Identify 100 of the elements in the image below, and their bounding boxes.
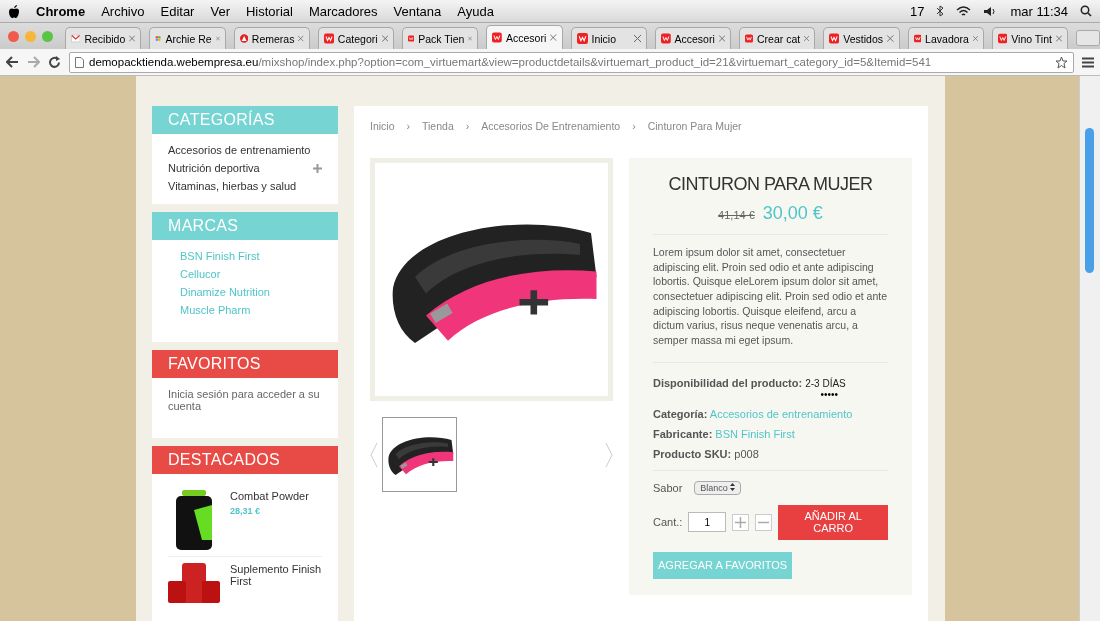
logo-icon <box>576 33 588 44</box>
mail-icon <box>71 34 81 43</box>
close-icon[interactable] <box>468 35 473 42</box>
availability-value: 2-3 DÍAS <box>805 377 846 389</box>
browser-tab[interactable]: Accesori <box>486 25 563 49</box>
search-icon[interactable] <box>1080 5 1092 17</box>
bluetooth-icon[interactable] <box>936 5 945 17</box>
add-to-cart-button[interactable]: AÑADIR AL CARRO <box>778 504 888 540</box>
back-icon[interactable] <box>6 56 19 68</box>
forward-icon[interactable] <box>27 56 40 68</box>
circle-logo-icon <box>239 33 248 44</box>
apple-logo-icon[interactable] <box>8 4 20 18</box>
product-thumbnail[interactable] <box>382 417 457 492</box>
menu-item[interactable]: Editar <box>160 3 195 19</box>
close-window-icon[interactable] <box>8 30 19 42</box>
product-name[interactable]: Combat Powder <box>230 490 309 502</box>
availability-label: Disponibilidad del producto: <box>653 376 803 389</box>
product-price: 28,31 € <box>230 506 262 516</box>
close-icon[interactable] <box>718 35 725 42</box>
zoom-window-icon[interactable] <box>42 30 53 42</box>
menu-item[interactable]: Ayuda <box>457 3 494 19</box>
address-bar[interactable]: demopacktienda.webempresa.eu/mixshop/index.php?option=com_virtuemart&view=productdetails&virtuemart_product_id=21&virtuemart_category_id=5&Itemid=541 <box>69 51 1074 73</box>
breadcrumb-separator: › <box>465 120 470 132</box>
clock[interactable]: mar 11:34 <box>1010 3 1068 19</box>
logo-icon <box>913 33 922 44</box>
plus-icon[interactable] <box>313 163 322 173</box>
close-icon[interactable] <box>972 35 978 42</box>
module-header: DESTACADOS <box>152 446 338 474</box>
logo-icon <box>408 33 415 44</box>
detail-value: p008 <box>734 447 759 460</box>
detail-label: Producto SKU: <box>653 447 732 460</box>
menu-item[interactable]: Marcadores <box>308 3 378 19</box>
minus-icon[interactable] <box>755 513 773 531</box>
browser-tab[interactable]: Pack Tien <box>402 27 479 49</box>
close-icon[interactable] <box>633 35 641 42</box>
close-icon[interactable] <box>550 34 557 41</box>
new-tab-button[interactable] <box>1076 30 1100 46</box>
stepper-arrows-icon <box>730 482 736 491</box>
breadcrumb-link[interactable]: Accesorios De Entrenamiento <box>481 120 621 132</box>
star-icon[interactable] <box>1055 55 1068 69</box>
module-header: CATEGORÍAS <box>152 106 338 134</box>
logo-icon <box>829 33 840 44</box>
url-text: demopacktienda.webempresa.eu/mixshop/index.php?option=com_virtuemart&view=productdetails&virtuemart_product_id=21&virtuemart_category_id=5&Itemid=541 <box>89 56 932 68</box>
app-menu[interactable]: Chrome <box>36 3 86 19</box>
close-icon[interactable] <box>298 35 304 42</box>
category-link[interactable]: Vitaminas, hierbas y salud <box>168 180 297 192</box>
menu-item[interactable]: Historial <box>245 3 293 19</box>
product-description: Lorem ipsum dolor sit amet, consectetuer adipiscing elit. Proin sed odio et ante adipiscing lobortis. Quisque eleLorem ipsum dolor sit amet, consectetuer adipiscing elit. Proin sed odio et ante adipiscing lobortis. Quisque eleifend, arcu a dictum varius, risus neque venenatis arcu, a semper massa mi eget ipsum. <box>653 235 888 363</box>
close-icon[interactable] <box>1055 35 1062 42</box>
menu-icon[interactable] <box>1082 56 1094 68</box>
menu-item[interactable]: Archivo <box>101 3 145 19</box>
menu-item[interactable]: Ventana <box>393 3 442 19</box>
rating-dots: ••••• <box>819 388 838 400</box>
scrollbar[interactable] <box>1079 76 1100 621</box>
jars-drawing <box>168 563 220 603</box>
product-title: CINTURON PARA MUJER <box>667 174 874 195</box>
category-link[interactable]: Accesorios de entrenamiento <box>168 144 311 156</box>
breadcrumb-link[interactable]: Inicio <box>370 120 395 132</box>
wifi-icon[interactable] <box>956 5 972 17</box>
browser-tab[interactable]: Vino Tint <box>991 27 1068 49</box>
browser-tab[interactable]: Vestidos <box>823 27 900 49</box>
logo-icon <box>997 33 1008 44</box>
plus-icon[interactable] <box>732 513 750 531</box>
browser-tab[interactable]: Inicio <box>570 27 647 49</box>
breadcrumb-separator: › <box>406 120 410 132</box>
menu-item[interactable]: Ver <box>210 3 230 19</box>
old-price: 41,14 € <box>718 209 755 221</box>
variant-dropdown[interactable]: Blanco <box>694 480 742 495</box>
reload-icon[interactable] <box>48 55 61 69</box>
browser-tab[interactable]: Recibido <box>65 27 142 49</box>
close-icon[interactable] <box>129 35 136 42</box>
browser-tab[interactable]: Remeras <box>233 27 310 49</box>
close-icon[interactable] <box>215 35 220 42</box>
module-header: MARCAS <box>152 212 338 240</box>
logo-icon <box>660 33 671 44</box>
page-icon <box>75 56 84 68</box>
browser-tab[interactable]: Accesori <box>654 27 731 49</box>
close-icon[interactable] <box>887 35 894 42</box>
browser-tab[interactable]: Crear cat <box>739 27 816 49</box>
browser-tab[interactable]: Archie Re <box>149 27 226 49</box>
browser-tab[interactable]: Lavadora <box>907 27 984 49</box>
product-name[interactable]: Suplemento Finish First <box>230 563 322 587</box>
close-icon[interactable] <box>381 35 388 42</box>
detail-label: Categoría: <box>653 407 708 420</box>
logo-icon <box>745 33 753 44</box>
jar-drawing <box>174 490 214 550</box>
variant-label: Sabor <box>653 481 683 494</box>
status-badge[interactable]: 17 <box>909 3 925 19</box>
breadcrumb-separator: › <box>632 120 636 132</box>
logo-icon <box>492 32 502 43</box>
close-icon[interactable] <box>804 35 810 42</box>
quantity-label: Cant.: <box>653 516 683 529</box>
category-link[interactable]: Nutrición deportiva <box>168 162 260 174</box>
breadcrumb-link[interactable]: Tienda <box>422 120 454 132</box>
login-message: Inicia sesión para acceder a su cuenta <box>168 388 321 412</box>
flower-icon <box>155 33 162 44</box>
browser-tab[interactable]: Categori <box>317 27 394 49</box>
quantity-field[interactable]: 1 <box>688 512 727 533</box>
detail-label: Fabricante: <box>653 427 713 440</box>
logo-icon <box>323 33 334 44</box>
